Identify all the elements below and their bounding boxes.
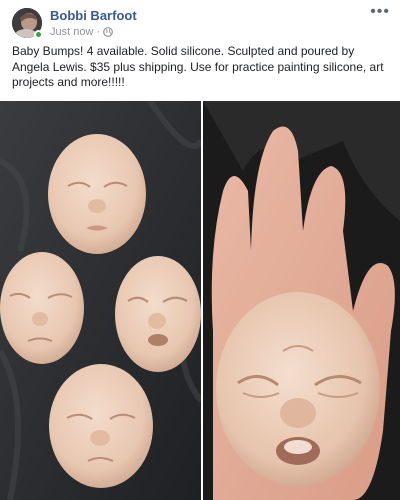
- facebook-post: Bobbi Barfoot Just now · ••• Baby Bumps!…: [0, 0, 400, 500]
- globe-icon[interactable]: [103, 27, 113, 37]
- meta-separator: ·: [96, 26, 101, 38]
- face-top: [48, 134, 146, 254]
- online-status-dot: [34, 30, 43, 39]
- post-text: Baby Bumps! 4 available. Solid silicone.…: [12, 44, 384, 89]
- photo-face-in-hand[interactable]: [203, 101, 400, 500]
- post-timestamp[interactable]: Just now: [50, 26, 93, 38]
- face-large: [216, 292, 380, 486]
- author-avatar[interactable]: [12, 8, 43, 39]
- post-meta: Just now ·: [50, 26, 113, 38]
- photo-four-faces[interactable]: [0, 101, 201, 500]
- face-left: [0, 252, 84, 364]
- face-right: [115, 256, 201, 372]
- more-options-icon[interactable]: •••: [370, 4, 390, 20]
- post-header: Bobbi Barfoot Just now · •••: [0, 0, 400, 42]
- author-name-link[interactable]: Bobbi Barfoot: [50, 8, 137, 23]
- face-bottom: [49, 364, 153, 488]
- post-photos: [0, 101, 400, 500]
